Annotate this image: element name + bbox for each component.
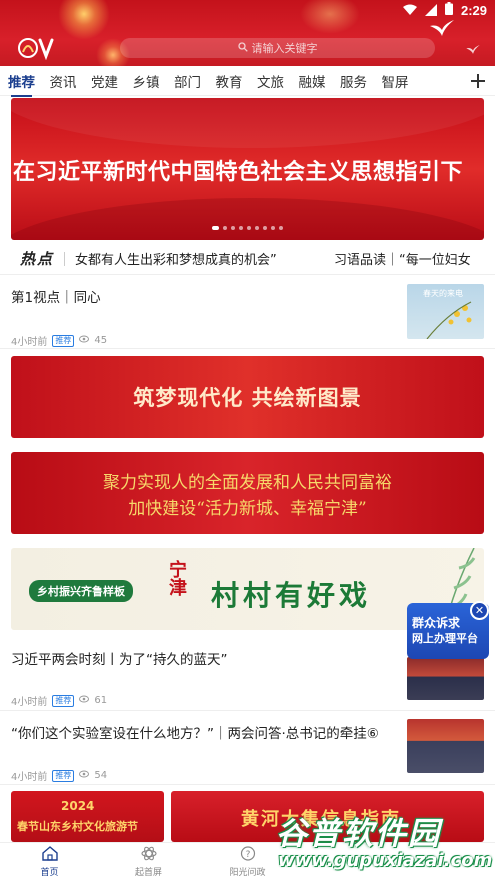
article-meta: 4小时前 推荐 61 (11, 693, 107, 708)
nav-placeholder (297, 843, 396, 880)
promo-banner[interactable]: 筑梦现代化 共绘新图景 (11, 356, 484, 438)
search-placeholder: 请输入关键字 (251, 42, 318, 55)
promo-tag: 乡村振兴齐鲁样板 (29, 580, 133, 602)
promo-tile[interactable]: 黄河大集信息指南 (171, 791, 484, 842)
hot-ticker: 热点 女都有人生出彩和梦想成真的机会” 习语品读｜“每一位妇女 (0, 243, 495, 275)
tab-departments[interactable]: 部门 (174, 71, 201, 91)
nav-home[interactable]: 首页 (0, 843, 99, 880)
tab-culture-tourism[interactable]: 文旅 (257, 71, 284, 91)
article-thumbnail: 春天的来电 (407, 284, 484, 339)
tab-party[interactable]: 党建 (91, 71, 118, 91)
recommend-badge: 推荐 (52, 694, 75, 707)
promo-line: 加快建设“活力新城、幸福宁津” (128, 499, 367, 519)
eye-icon (79, 695, 90, 706)
pagination-dot[interactable] (263, 226, 267, 230)
article-time: 4小时前 (11, 697, 48, 708)
dove-decoration (466, 40, 480, 59)
promo-brand: 宁津 (166, 560, 187, 596)
search-bar[interactable]: 请输入关键字 (120, 38, 435, 58)
view-count: 45 (94, 335, 108, 346)
promo-text: 春节山东乡村文化旅游节 (17, 820, 138, 833)
pagination-dot[interactable] (212, 226, 219, 230)
banner-pagination (212, 226, 283, 230)
battery-icon (444, 2, 453, 18)
eye-icon (79, 335, 90, 346)
nav-label: 起首屏 (134, 867, 162, 878)
hot-item[interactable]: 女都有人生出彩和梦想成真的机会” (75, 249, 277, 268)
view-count: 54 (94, 770, 108, 781)
hot-label: 热点 (20, 250, 55, 268)
promo-banner[interactable]: 聚力实现人的全面发展和人民共同富裕 加快建设“活力新城、幸福宁津” (11, 452, 484, 534)
nav-sunshine-inquiry[interactable]: ? 阳光问政 (198, 843, 297, 880)
tab-recommend[interactable]: 推荐 (8, 71, 35, 97)
dove-decoration (430, 20, 454, 42)
pagination-dot[interactable] (231, 226, 235, 230)
list-item[interactable]: “你们这个实验室设在什么地方？”｜两会问答·总书记的牵挂⑥ 4小时前 推荐 54 (0, 711, 495, 785)
pagination-dot[interactable] (255, 226, 259, 230)
article-meta: 4小时前 推荐 45 (11, 333, 107, 348)
nav-label: 首页 (40, 867, 59, 878)
app-logo[interactable] (18, 36, 60, 61)
status-time: 2:29 (460, 2, 487, 18)
float-line: 网上办理平台 (412, 632, 478, 645)
list-item[interactable]: 第1视点｜同心 4小时前 推荐 45 春天的来电 (0, 275, 495, 349)
article-time: 4小时前 (11, 772, 48, 783)
hot-item[interactable]: 习语品读｜“每一位妇女 (334, 249, 471, 268)
promo-year: 2024 (61, 799, 95, 813)
thumbnail-caption: 春天的来电 (423, 289, 463, 298)
pagination-dot[interactable] (247, 226, 251, 230)
wifi-icon (402, 3, 417, 18)
pagination-dot[interactable] (239, 226, 243, 230)
tab-smart-screen[interactable]: 智屏 (382, 71, 409, 91)
bottom-nav: 首页 起首屏 ? 阳光问政 (0, 842, 495, 880)
nav-start-screen[interactable]: 起首屏 (99, 843, 198, 880)
pagination-dot[interactable] (271, 226, 275, 230)
article-thumbnail (407, 719, 484, 773)
banner-wave-decoration (11, 98, 484, 148)
article-title: “你们这个实验室设在什么地方？”｜两会问答·总书记的牵挂⑥ (11, 726, 379, 742)
tab-news[interactable]: 资讯 (50, 71, 77, 91)
tab-media[interactable]: 融媒 (299, 71, 326, 91)
article-meta: 4小时前 推荐 54 (11, 768, 107, 783)
channel-tabs: 推荐 资讯 党建 乡镇 部门 教育 文旅 融媒 服务 智屏 (0, 66, 495, 97)
recommend-badge: 推荐 (52, 769, 75, 782)
hero-banner[interactable]: 在习近平新时代中国特色社会主义思想指引下 (11, 98, 484, 240)
recommend-badge: 推荐 (52, 334, 75, 347)
svg-text:?: ? (245, 850, 250, 860)
firework-decoration (58, 0, 110, 40)
eye-icon (79, 770, 90, 781)
tab-education[interactable]: 教育 (216, 71, 243, 91)
status-bar: 2:29 (402, 2, 487, 18)
article-thumbnail (407, 657, 484, 700)
nav-placeholder (396, 843, 495, 880)
nav-label: 阳光问政 (229, 867, 266, 878)
close-icon[interactable]: ✕ (470, 601, 489, 620)
divider (64, 251, 66, 266)
article-time: 4小时前 (11, 337, 48, 348)
promo-title: 筑梦现代化 共绘新图景 (133, 386, 362, 410)
banner-wave-decoration (11, 198, 484, 240)
emblem-decoration (300, 0, 360, 34)
promo-text: 黄河大集信息指南 (241, 809, 401, 830)
promo-line: 聚力实现人的全面发展和人民共同富裕 (103, 473, 392, 493)
view-count: 61 (94, 695, 108, 706)
question-icon: ? (240, 845, 256, 865)
app-header: 2:29 请输入关键字 (0, 0, 495, 66)
pagination-dot[interactable] (223, 226, 227, 230)
signal-icon (424, 4, 437, 16)
add-channel-icon[interactable] (471, 66, 485, 96)
promo-title: 村村有好戏 (211, 579, 372, 612)
banner-title: 在习近平新时代中国特色社会主义思想指引下 (13, 160, 464, 185)
article-title: 习近平两会时刻丨为了“持久的蓝天” (11, 652, 228, 668)
pagination-dot[interactable] (279, 226, 283, 230)
tab-towns[interactable]: 乡镇 (133, 71, 160, 91)
promo-tile[interactable]: 2024 春节山东乡村文化旅游节 (11, 791, 164, 842)
home-icon (41, 845, 58, 865)
search-icon (237, 41, 248, 55)
atom-icon (140, 846, 157, 865)
tab-services[interactable]: 服务 (340, 71, 367, 91)
article-title: 第1视点｜同心 (11, 290, 101, 306)
